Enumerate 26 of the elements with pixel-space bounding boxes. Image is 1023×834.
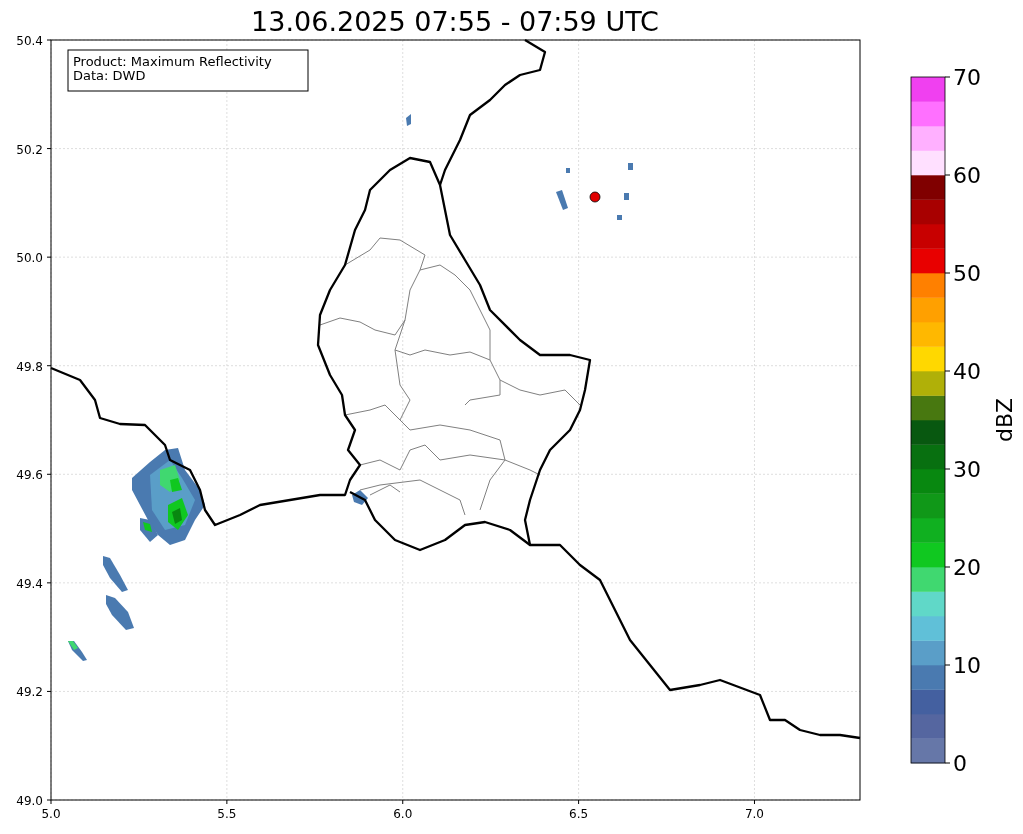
x-tick-label: 5.5 <box>217 807 237 821</box>
y-tick-label: 50.0 <box>16 251 43 266</box>
x-tick-label: 5.0 <box>41 807 61 821</box>
colorbar-tick-label: 30 <box>953 457 981 482</box>
colorbar-label: dBZ <box>992 397 1017 443</box>
legend-text: Data: DWD <box>73 68 146 83</box>
colorbar-tick-label: 10 <box>953 653 981 678</box>
colorbar-tick-label: 50 <box>953 261 981 286</box>
legend-text: Product: Maximum Reflectivity <box>73 54 272 69</box>
x-tick-label: 6.5 <box>569 807 589 821</box>
y-tick-label: 49.2 <box>16 685 43 700</box>
colorbar-tick-label: 60 <box>953 163 981 188</box>
colorbar-tick-label: 20 <box>953 555 981 580</box>
y-tick-label: 49.8 <box>16 359 43 374</box>
colorbar-tick-label: 0 <box>953 751 967 776</box>
chart-title: 13.06.2025 07:55 - 07:59 UTC <box>251 6 659 37</box>
colorbar-tick-label: 70 <box>953 65 981 90</box>
location-marker <box>589 191 601 203</box>
y-tick-label: 49.4 <box>16 576 43 591</box>
y-tick-label: 50.2 <box>16 142 43 157</box>
x-tick-label: 6.0 <box>393 807 413 821</box>
y-tick-label: 50.4 <box>16 34 43 48</box>
colorbar-tick-label: 40 <box>953 359 981 384</box>
y-tick-label: 49.0 <box>16 794 43 808</box>
y-tick-label: 49.6 <box>16 468 43 483</box>
x-tick-label: 7.0 <box>744 807 765 821</box>
